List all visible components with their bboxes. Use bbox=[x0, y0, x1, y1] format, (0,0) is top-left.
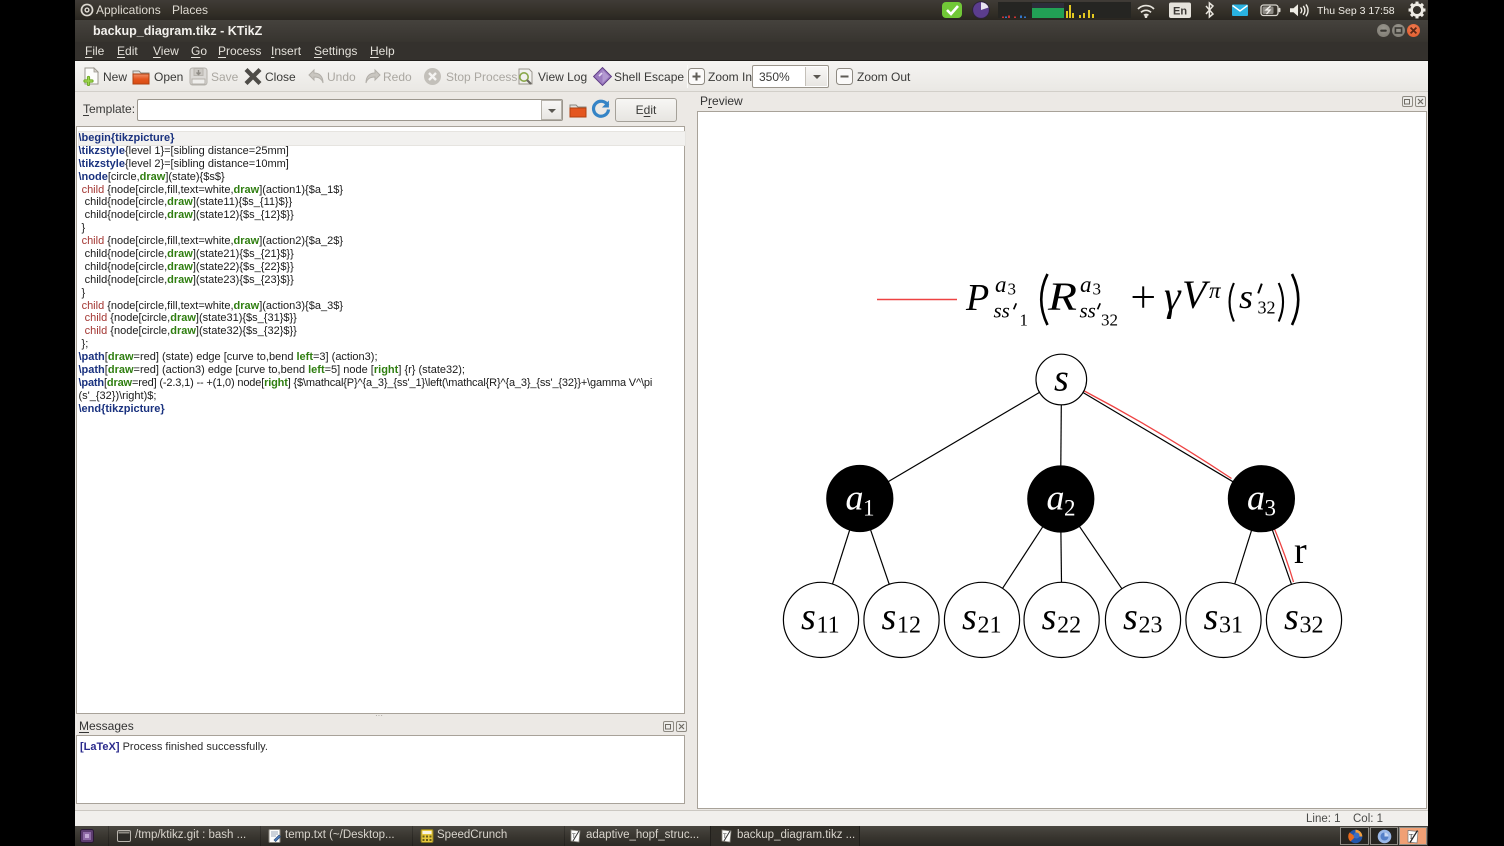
svg-text:a: a bbox=[995, 272, 1007, 297]
svg-text:21: 21 bbox=[978, 613, 1002, 639]
svg-text:V: V bbox=[1182, 272, 1211, 317]
svg-text:s: s bbox=[882, 596, 897, 638]
svg-text:Thu Sep 3 17:58: Thu Sep 3 17:58 bbox=[1317, 5, 1395, 17]
svg-text:23: 23 bbox=[1139, 613, 1163, 639]
svg-text:γ: γ bbox=[1164, 274, 1182, 320]
svg-text:22: 22 bbox=[1057, 613, 1081, 639]
svg-text:π: π bbox=[1209, 278, 1222, 303]
svg-text:32: 32 bbox=[1101, 311, 1118, 330]
svg-text:s: s bbox=[1123, 596, 1138, 638]
svg-text:s: s bbox=[801, 596, 816, 638]
svg-text:32: 32 bbox=[1300, 613, 1324, 639]
svg-text:a: a bbox=[1080, 272, 1092, 297]
svg-text:3: 3 bbox=[1008, 280, 1017, 299]
svg-text:En: En bbox=[1173, 6, 1187, 18]
svg-text:s: s bbox=[1054, 358, 1069, 400]
svg-text:s: s bbox=[1284, 596, 1299, 638]
svg-text:R: R bbox=[1047, 274, 1077, 319]
svg-text:a: a bbox=[1047, 478, 1065, 518]
svg-text:32: 32 bbox=[1258, 298, 1276, 318]
svg-text:3: 3 bbox=[1093, 280, 1102, 299]
svg-text:1: 1 bbox=[1020, 311, 1029, 330]
svg-text:r: r bbox=[1294, 530, 1307, 572]
svg-text:a: a bbox=[846, 478, 864, 518]
svg-text:P: P bbox=[965, 277, 989, 319]
svg-text:ss: ss bbox=[1080, 299, 1096, 323]
svg-text:s: s bbox=[1239, 279, 1253, 316]
svg-text:12: 12 bbox=[897, 613, 921, 639]
svg-text:a: a bbox=[1247, 478, 1265, 518]
svg-text:3: 3 bbox=[1265, 496, 1277, 521]
svg-text:s: s bbox=[1204, 596, 1219, 638]
svg-text:s: s bbox=[962, 596, 977, 638]
svg-text:2: 2 bbox=[1064, 496, 1076, 521]
svg-text:11: 11 bbox=[817, 613, 840, 639]
svg-text:31: 31 bbox=[1219, 613, 1243, 639]
svg-text:1: 1 bbox=[863, 496, 875, 521]
svg-text:s: s bbox=[1042, 596, 1057, 638]
svg-text:ss: ss bbox=[994, 299, 1010, 323]
